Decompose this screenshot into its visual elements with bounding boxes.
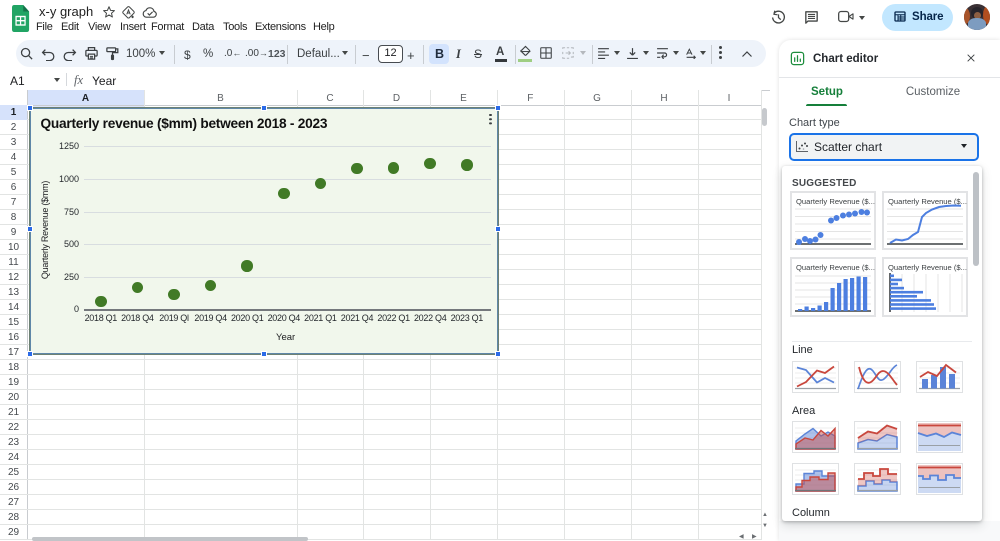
svg-text:Quarterly Revenue ($...: Quarterly Revenue ($... — [796, 263, 875, 272]
svg-text:Quarterly Revenue ($...: Quarterly Revenue ($... — [796, 197, 875, 206]
svg-text:Quarterly Revenue ($...: Quarterly Revenue ($... — [888, 263, 967, 272]
